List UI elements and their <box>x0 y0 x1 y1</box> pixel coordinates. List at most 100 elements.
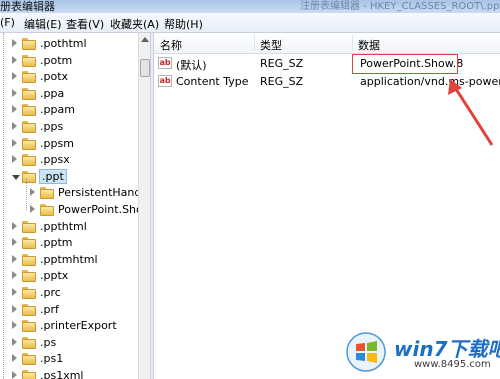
tree-node-label: .prc <box>40 286 61 299</box>
folder-icon <box>22 38 36 50</box>
tree-node-label: .pptm <box>40 236 73 249</box>
tree-node[interactable]: .prc <box>0 285 138 302</box>
tree-node[interactable]: .pothtml <box>0 36 138 53</box>
scroll-thumb[interactable] <box>140 59 150 77</box>
collapse-arrow-icon[interactable] <box>12 175 20 180</box>
tree-node-label: .ps <box>40 336 57 349</box>
registry-tree[interactable]: .pothtml .potm .potx .ppa .ppam .pps .ppsm .pps… <box>0 33 138 379</box>
expand-arrow-icon[interactable] <box>12 155 17 163</box>
tree-node-label: .ppam <box>40 103 75 116</box>
tree-child-node[interactable]: PersistentHandle <box>0 185 138 202</box>
tree-node-label: .ps1 <box>40 352 64 365</box>
tree-node-label: .pps <box>40 120 64 133</box>
tree-node-label: .ppsx <box>40 153 70 166</box>
folder-icon <box>22 171 36 183</box>
folder-icon <box>22 270 36 282</box>
tree-node-label: .ppa <box>40 87 65 100</box>
values-list[interactable]: 名称 类型 数据 ab (默认) REG_SZ PowerPoint.Show.… <box>154 33 500 379</box>
expand-arrow-icon[interactable] <box>12 255 17 263</box>
expand-arrow-icon[interactable] <box>12 105 17 113</box>
tree-node-label: .ppsm <box>40 137 74 150</box>
tree-node-label: .printerExport <box>40 319 117 332</box>
expand-arrow-icon[interactable] <box>12 39 17 47</box>
tree-node[interactable]: .ppsm <box>0 136 138 153</box>
folder-icon <box>22 320 36 332</box>
tree-node[interactable]: .ppsx <box>0 152 138 169</box>
folder-icon <box>40 187 54 199</box>
tree-node[interactable]: .ps1xml <box>0 368 138 379</box>
expand-arrow-icon[interactable] <box>12 72 17 80</box>
folder-icon <box>22 154 36 166</box>
folder-icon <box>22 287 36 299</box>
window-ghost-title: 注册表编辑器 - HKEY_CLASSES_ROOT\.ppt <box>300 1 500 12</box>
menu-help[interactable]: 帮助(H) <box>164 16 203 32</box>
expand-arrow-icon[interactable] <box>12 321 17 329</box>
folder-icon <box>22 337 36 349</box>
tree-node-label: .ps1xml <box>40 369 84 379</box>
watermark-url: www.8495.com <box>414 359 491 370</box>
tree-child-node[interactable]: PowerPoint.Show <box>0 202 138 219</box>
folder-icon <box>22 71 36 83</box>
expand-arrow-icon[interactable] <box>12 89 17 97</box>
tree-node[interactable]: .pps <box>0 119 138 136</box>
tree-node[interactable]: .ps1 <box>0 351 138 368</box>
expand-arrow-icon[interactable] <box>12 305 17 313</box>
folder-icon <box>22 104 36 116</box>
expand-arrow-icon[interactable] <box>12 354 17 362</box>
menu-view[interactable]: 查看(V) <box>66 16 104 32</box>
tree-node[interactable]: .prf <box>0 302 138 319</box>
folder-icon <box>22 304 36 316</box>
expand-arrow-icon[interactable] <box>12 56 17 64</box>
tree-node-label: .ppthtml <box>40 220 87 233</box>
folder-icon <box>22 370 36 379</box>
folder-icon <box>40 204 54 216</box>
folder-icon <box>22 121 36 133</box>
tree-node-label: .ppt <box>39 169 67 184</box>
tree-node[interactable]: .pptm <box>0 235 138 252</box>
folder-icon <box>22 254 36 266</box>
expand-arrow-icon[interactable] <box>12 222 17 230</box>
scroll-up-arrow-icon[interactable] <box>141 37 149 42</box>
expand-arrow-icon[interactable] <box>12 371 17 379</box>
tree-node[interactable]: .ppa <box>0 86 138 103</box>
expand-arrow-icon[interactable] <box>30 188 35 196</box>
tree-node[interactable]: .pptx <box>0 268 138 285</box>
tree-node-label: .prf <box>40 303 59 316</box>
tree-node-label: PersistentHandle <box>58 186 138 199</box>
expand-arrow-icon[interactable] <box>12 338 17 346</box>
folder-icon <box>22 88 36 100</box>
tree-node[interactable]: .potx <box>0 69 138 86</box>
menu-edit[interactable]: 编辑(E) <box>24 16 62 32</box>
expand-arrow-icon[interactable] <box>12 122 17 130</box>
expand-arrow-icon[interactable] <box>12 288 17 296</box>
tree-node[interactable]: .pptmhtml <box>0 252 138 269</box>
expand-arrow-icon[interactable] <box>12 238 17 246</box>
tree-node-label: .pptx <box>40 269 69 282</box>
expand-arrow-icon[interactable] <box>30 205 35 213</box>
folder-icon <box>22 221 36 233</box>
folder-icon <box>22 353 36 365</box>
menu-file[interactable]: (F) <box>0 16 15 29</box>
folder-icon <box>22 55 36 67</box>
menu-bar: (F) 编辑(E) 查看(V) 收藏夹(A) 帮助(H) <box>0 13 500 33</box>
tree-node[interactable]: .ps <box>0 335 138 352</box>
tree-node-label: .pothtml <box>40 37 87 50</box>
tree-node[interactable]: .potm <box>0 53 138 70</box>
window-title: 册表编辑器 <box>0 0 55 13</box>
tree-node[interactable]: .ppam <box>0 102 138 119</box>
watermark-text: win7下载吧 <box>394 337 500 361</box>
tree-node[interactable]: .ppt <box>0 169 138 186</box>
folder-icon <box>22 237 36 249</box>
tree-node-label: .pptmhtml <box>40 253 98 266</box>
title-bar: 册表编辑器 注册表编辑器 - HKEY_CLASSES_ROOT\.ppt <box>0 0 500 13</box>
annotation-arrow <box>448 79 494 146</box>
tree-node[interactable]: .ppthtml <box>0 219 138 236</box>
tree-guide-line <box>3 33 4 379</box>
tree-node-label: PowerPoint.Show <box>58 203 138 216</box>
tree-node[interactable]: .printerExport <box>0 318 138 335</box>
expand-arrow-icon[interactable] <box>12 139 17 147</box>
expand-arrow-icon[interactable] <box>12 271 17 279</box>
windows-logo-icon <box>346 332 386 372</box>
menu-favorites[interactable]: 收藏夹(A) <box>110 16 159 32</box>
folder-icon <box>22 138 36 150</box>
